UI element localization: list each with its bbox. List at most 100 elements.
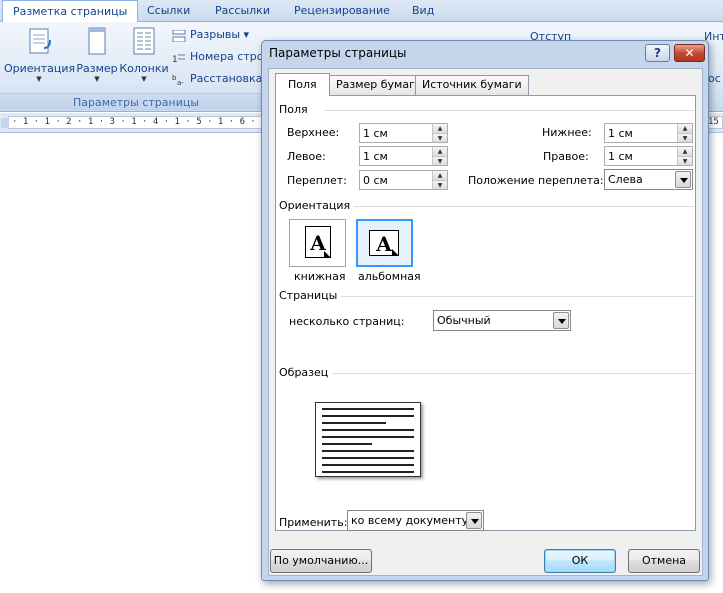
margins-section-title: Поля bbox=[279, 103, 312, 116]
apply-to-value: ко всему документу bbox=[351, 514, 469, 527]
preview-line bbox=[322, 450, 414, 452]
spin-up-icon[interactable]: ▲ bbox=[677, 147, 692, 156]
portrait-option[interactable]: A bbox=[289, 219, 346, 267]
preview-line bbox=[322, 429, 414, 431]
multiple-pages-value: Обычный bbox=[437, 314, 491, 327]
size-label: Размер bbox=[76, 62, 118, 75]
chevron-down-icon: ▼ bbox=[141, 75, 147, 83]
spin-down-icon[interactable]: ▼ bbox=[432, 156, 447, 165]
columns-label: Колонки bbox=[119, 62, 169, 75]
spin-down-icon[interactable]: ▼ bbox=[677, 133, 692, 142]
preview-section-title: Образец bbox=[279, 366, 333, 379]
preview-line bbox=[322, 443, 372, 445]
spin-up-icon[interactable]: ▲ bbox=[677, 124, 692, 133]
spin-up-icon[interactable]: ▲ bbox=[432, 147, 447, 156]
preview-line bbox=[322, 464, 414, 466]
separator bbox=[339, 296, 694, 297]
page-setup-dialog: Параметры страницы ? ✕ Поля Размер бумаг… bbox=[261, 40, 709, 581]
dropdown-arrow-icon[interactable] bbox=[553, 312, 569, 329]
bottom-margin-field[interactable]: 1 см ▲ ▼ bbox=[604, 123, 693, 143]
apply-to-label: Применить: bbox=[279, 516, 348, 529]
gutter-label: Переплет: bbox=[287, 174, 347, 187]
columns-icon bbox=[129, 26, 159, 60]
dropdown-arrow-icon[interactable] bbox=[466, 512, 482, 529]
preview-line bbox=[322, 436, 414, 438]
set-as-default-button[interactable]: По умолчанию... bbox=[270, 549, 372, 573]
size-button[interactable]: Размер ▼ bbox=[76, 26, 118, 83]
tab-mailings[interactable]: Рассылки bbox=[215, 0, 270, 22]
orientation-button[interactable]: Ориентация ▼ bbox=[4, 26, 76, 83]
page-size-icon bbox=[82, 26, 112, 60]
left-margin-label: Левое: bbox=[287, 150, 326, 163]
preview-line bbox=[322, 422, 386, 424]
right-margin-field[interactable]: 1 см ▲ ▼ bbox=[604, 146, 693, 166]
preview-line bbox=[322, 408, 414, 410]
apply-to-select[interactable]: ко всему документу bbox=[347, 510, 484, 531]
spin-up-icon[interactable]: ▲ bbox=[432, 124, 447, 133]
help-button[interactable]: ? bbox=[645, 44, 670, 62]
chevron-down-icon: ▼ bbox=[36, 75, 42, 83]
left-margin-field[interactable]: 1 см ▲ ▼ bbox=[359, 146, 448, 166]
tab-margins[interactable]: Поля bbox=[275, 73, 330, 96]
portrait-page-icon: A bbox=[305, 226, 331, 258]
hyphenation-button[interactable]: b a- Расстановка bbox=[172, 69, 262, 89]
separator bbox=[324, 110, 694, 111]
hyphenation-icon: b a- bbox=[172, 73, 186, 87]
orientation-icon bbox=[24, 26, 54, 60]
left-margin-value: 1 см bbox=[363, 150, 388, 163]
bottom-margin-value: 1 см bbox=[608, 127, 633, 140]
tab-references[interactable]: Ссылки bbox=[147, 0, 190, 22]
hyphenation-label: Расстановка bbox=[190, 72, 263, 85]
cancel-button[interactable]: Отмена bbox=[628, 549, 700, 573]
page-setup-group-caption: Параметры страницы bbox=[0, 93, 272, 110]
breaks-button[interactable]: Разрывы ▾ bbox=[172, 25, 249, 45]
line-numbers-icon: 1 bbox=[172, 51, 186, 65]
spin-down-icon[interactable]: ▼ bbox=[677, 156, 692, 165]
indent-marker[interactable] bbox=[1, 118, 9, 128]
right-margin-label: Правое: bbox=[543, 150, 589, 163]
right-margin-value: 1 см bbox=[608, 150, 633, 163]
chevron-down-icon: ▼ bbox=[94, 75, 100, 83]
separator bbox=[330, 373, 694, 374]
columns-button[interactable]: Колонки ▼ bbox=[119, 26, 169, 83]
tab-review[interactable]: Рецензирование bbox=[294, 0, 390, 22]
gutter-position-select[interactable]: Слева bbox=[604, 169, 693, 190]
spacing-label-2: ос bbox=[708, 72, 721, 85]
landscape-page-icon: A bbox=[369, 230, 399, 256]
preview-line bbox=[322, 471, 414, 473]
portrait-label: книжная bbox=[294, 270, 346, 283]
spin-up-icon[interactable]: ▲ bbox=[432, 171, 447, 180]
breaks-icon bbox=[172, 29, 186, 43]
gutter-value: 0 см bbox=[363, 174, 388, 187]
close-button[interactable]: ✕ bbox=[674, 44, 705, 62]
spin-down-icon[interactable]: ▼ bbox=[432, 180, 447, 189]
svg-text:a-: a- bbox=[177, 79, 184, 86]
breaks-label: Разрывы ▾ bbox=[190, 28, 250, 41]
line-numbers-label: Номера стро bbox=[190, 50, 264, 63]
tab-paper-source[interactable]: Источник бумаги bbox=[415, 75, 529, 95]
orientation-section-title: Ориентация bbox=[279, 199, 355, 212]
top-margin-field[interactable]: 1 см ▲ ▼ bbox=[359, 123, 448, 143]
preview-line bbox=[322, 415, 414, 417]
ruler-marks-right: 15 bbox=[708, 117, 719, 127]
ribbon-tab-bar: Разметка страницы Ссылки Рассылки Реценз… bbox=[0, 0, 723, 23]
top-margin-label: Верхнее: bbox=[287, 126, 340, 139]
orientation-label: Ориентация bbox=[4, 62, 76, 75]
gutter-position-label: Положение переплета: bbox=[468, 174, 604, 187]
svg-text:1: 1 bbox=[172, 55, 178, 64]
ruler-marks: · 1 · 1 · 2 · 1 · 3 · 1 · 4 · 1 · 5 · 1 … bbox=[12, 117, 256, 127]
top-margin-value: 1 см bbox=[363, 127, 388, 140]
line-numbers-button[interactable]: 1 Номера стро bbox=[172, 47, 263, 67]
ok-button[interactable]: ОК bbox=[544, 549, 616, 573]
multiple-pages-select[interactable]: Обычный bbox=[433, 310, 571, 331]
gutter-field[interactable]: 0 см ▲ ▼ bbox=[359, 170, 448, 190]
dropdown-arrow-icon[interactable] bbox=[675, 171, 691, 188]
spin-down-icon[interactable]: ▼ bbox=[432, 133, 447, 142]
landscape-option[interactable]: A bbox=[356, 219, 413, 267]
gutter-position-value: Слева bbox=[608, 173, 643, 186]
tab-view[interactable]: Вид bbox=[412, 0, 434, 22]
landscape-label: альбомная bbox=[358, 270, 421, 283]
tab-page-layout[interactable]: Разметка страницы bbox=[2, 0, 139, 23]
multiple-pages-label: несколько страниц: bbox=[289, 315, 405, 328]
page-preview bbox=[315, 402, 421, 477]
